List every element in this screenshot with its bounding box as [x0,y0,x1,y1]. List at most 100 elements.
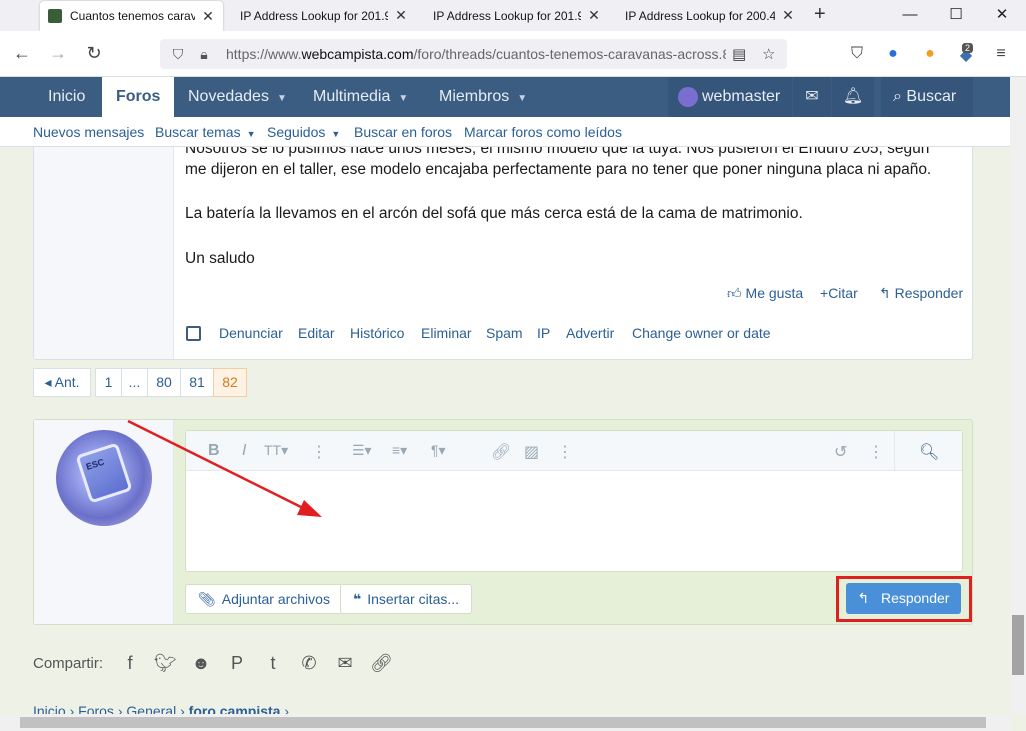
action-change-owner[interactable]: Change owner or date [632,325,771,341]
inbox-icon[interactable]: ✉ [793,77,831,117]
browser-tab-active[interactable]: Cuantos tenemos carava ✕ [40,1,223,31]
account-menu[interactable]: webmaster [668,77,792,117]
twitter-icon[interactable]: 🐦︎ [154,653,177,674]
action-advertir[interactable]: Advertir [566,325,614,341]
pagination-page[interactable]: 1 [95,368,122,397]
reader-view-icon[interactable]: ▤ [732,45,746,63]
subnav-seguidos[interactable]: Seguidos ▼ [267,124,340,140]
chevron-down-icon[interactable]: ▼ [398,93,408,104]
avatar: ESC [56,430,152,526]
close-tab-icon[interactable]: ✕ [394,7,408,24]
more-vertical-icon[interactable]: ⋮ [868,442,884,462]
tumblr-icon[interactable]: t [262,653,284,674]
subnav-marcar-leidos[interactable]: Marcar foros como leídos [464,124,622,140]
globe-extension-icon[interactable]: ● [883,45,903,63]
preview-toggle[interactable]: 🔍︎ [894,431,962,471]
list-icon[interactable]: ☰▾ [352,442,372,459]
reddit-icon[interactable]: ☻ [190,653,212,674]
pagination-ellipsis[interactable]: ... [121,368,148,397]
action-spam[interactable]: Spam [486,325,523,341]
close-tab-icon[interactable]: ✕ [201,8,215,25]
image-icon[interactable]: ▨ [524,442,539,462]
undo-icon[interactable]: ↺ [834,442,847,462]
url-text[interactable]: https://www.webcampista.com/foro/threads… [226,46,726,62]
insert-quotes-button[interactable]: ❝ Insertar citas... [340,584,473,614]
chevron-down-icon[interactable]: ▼ [247,129,256,139]
message-post: Nosotros se lo pusimos hace unos meses, … [33,147,973,360]
tab-title: IP Address Lookup for 200.44. [625,8,775,23]
search-button[interactable]: ⌕ Buscar [881,77,973,117]
pagination-page[interactable]: 80 [147,368,181,397]
chevron-down-icon[interactable]: ▼ [517,93,527,104]
more-vertical-icon[interactable]: ⋮ [557,442,573,462]
browser-tab[interactable]: IP Address Lookup for 201.97. ✕ [232,0,416,31]
subnav-buscar-en-foros[interactable]: Buscar en foros [354,124,452,140]
thumbs-up-icon: 👍︎ [727,285,742,301]
pocket-icon[interactable]: ⛉ [847,45,867,63]
preview-icon[interactable]: 🔍︎ [919,442,939,462]
nav-foros[interactable]: Foros [102,77,175,117]
pinterest-icon[interactable]: P [226,653,248,674]
browser-tab[interactable]: IP Address Lookup for 200.44. ✕ [617,0,803,31]
scrollbar-thumb[interactable] [1012,615,1024,675]
nav-novedades[interactable]: Novedades ▼ [188,77,287,117]
action-ip[interactable]: IP [537,325,550,341]
subnav-nuevos-mensajes[interactable]: Nuevos mensajes [33,124,144,140]
subnav-buscar-temas[interactable]: Buscar temas ▼ [155,124,256,140]
more-vertical-icon[interactable]: ⋮ [311,442,327,462]
message-editor[interactable]: B I TT▾ ⋮ ☰▾ ≡▾ ¶▾ 🔗︎ ▨ ⋮ ↺ ⋮ 🔍︎ [185,430,963,572]
minimize-icon[interactable]: — [887,2,933,28]
browser-tab[interactable]: IP Address Lookup for 201.97. ✕ [425,0,609,31]
paragraph-icon[interactable]: ¶▾ [431,442,446,459]
pagination-page[interactable]: 81 [180,368,214,397]
quick-reply: ESC B I TT▾ ⋮ ☰▾ ≡▾ ¶▾ 🔗︎ ▨ ⋮ ↺ ⋮ 🔍︎ 📎︎ A… [33,419,973,625]
select-checkbox[interactable] [186,326,201,341]
nav-inicio[interactable]: Inicio [48,77,85,117]
bold-icon[interactable]: B [208,442,220,460]
action-historico[interactable]: Histórico [350,325,404,341]
reply-link[interactable]: ↰ Responder [879,285,963,302]
horizontal-scrollbar[interactable] [0,714,1010,731]
reply-avatar-column: ESC [34,420,174,624]
browser-toolbar: ← → ↻ ⛉ 🔒︎ https://www.webcampista.com/f… [0,31,1026,77]
pagination-current[interactable]: 82 [213,368,247,397]
address-bar[interactable]: ⛉ 🔒︎ https://www.webcampista.com/foro/th… [160,39,787,69]
facebook-icon[interactable]: f [119,653,141,674]
text-size-icon[interactable]: TT▾ [264,442,288,459]
maximize-icon[interactable]: ☐ [933,2,979,28]
keycap-image: ESC [75,442,133,504]
extension-icon[interactable]: ● [920,45,940,63]
whatsapp-icon[interactable]: ✆ [298,653,320,674]
action-eliminar[interactable]: Eliminar [421,325,472,341]
close-window-icon[interactable]: ✕ [979,2,1025,28]
menu-icon[interactable]: ≡ [991,45,1011,63]
quote-button[interactable]: +Citar [820,285,858,301]
align-icon[interactable]: ≡▾ [392,442,407,459]
nav-miembros[interactable]: Miembros ▼ [439,77,527,117]
nav-multimedia[interactable]: Multimedia ▼ [313,77,408,117]
italic-icon[interactable]: I [242,442,246,460]
scrollbar-thumb[interactable] [20,717,986,728]
vertical-scrollbar[interactable] [1010,77,1026,714]
chevron-down-icon[interactable]: ▼ [277,93,287,104]
link-icon[interactable]: 🔗︎ [370,653,393,674]
link-icon[interactable]: 🔗︎ [491,442,511,462]
shield-icon[interactable]: ⛉ [170,46,186,63]
chevron-down-icon[interactable]: ▼ [331,129,340,139]
back-icon[interactable]: ← [11,43,33,64]
close-tab-icon[interactable]: ✕ [781,7,795,24]
email-icon[interactable]: ✉ [334,653,356,674]
new-tab-icon[interactable]: + [814,3,826,26]
bookmark-star-icon[interactable]: ☆ [762,45,775,63]
action-editar[interactable]: Editar [298,325,335,341]
pagination-prev[interactable]: ◂ Ant. [33,368,91,397]
attach-files-button[interactable]: 📎︎ Adjuntar archivos [185,584,343,614]
like-button[interactable]: 👍︎ Me gusta [727,285,803,302]
bell-icon[interactable]: 🔔︎ [832,77,874,117]
lock-icon[interactable]: 🔒︎ [196,46,212,63]
post-text-line: Nosotros se lo pusimos hace unos meses, … [185,147,930,157]
close-tab-icon[interactable]: ✕ [587,7,601,24]
forward-icon[interactable]: → [47,43,69,64]
reload-icon[interactable]: ↻ [83,43,105,64]
action-denunciar[interactable]: Denunciar [219,325,283,341]
